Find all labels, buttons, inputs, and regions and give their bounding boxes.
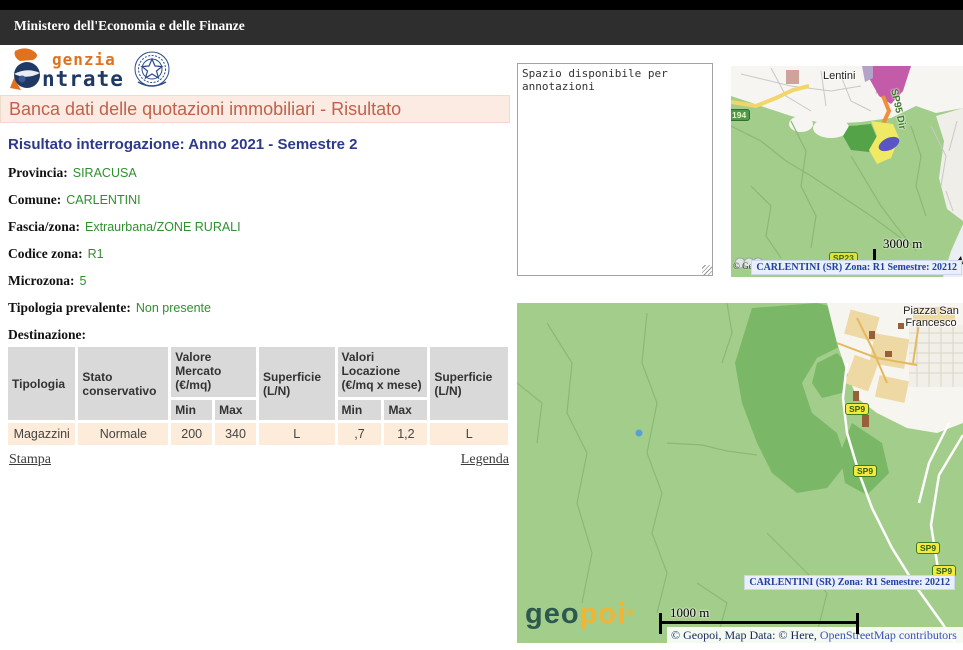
page: Ministero dell'Economia e delle Finanze … — [0, 0, 963, 650]
print-link[interactable]: Stampa — [9, 452, 51, 468]
scale-bar-tick — [856, 613, 859, 634]
col-header-valore-mercato: Valore Mercato (€/mq) — [171, 347, 256, 397]
page-title-banner: Banca dati delle quotazioni immobiliari … — [0, 95, 510, 123]
field-fascia-zona: Fascia/zona: Extraurbana/ZONE RURALI — [8, 219, 513, 234]
field-value: SIRACUSA — [73, 166, 137, 180]
field-value: 5 — [79, 274, 86, 288]
field-tipologia-prevalente: Tipologia prevalente: Non presente — [8, 300, 513, 315]
field-microzona: Microzona: 5 — [8, 273, 513, 288]
scale-bar-tick — [659, 613, 662, 634]
cell-locazione-min: ,7 — [338, 423, 382, 445]
field-value: CARLENTINI — [66, 193, 140, 207]
subheader-min: Min — [171, 400, 212, 420]
geopoi-logo-geo: geo — [525, 598, 580, 630]
cell-stato: Normale — [78, 423, 168, 445]
geopoi-logo-registered: ® — [626, 608, 634, 619]
zone-info-label: CARLENTINI (SR) Zona: R1 Semestre: 20212 — [751, 260, 962, 275]
overview-map-image — [731, 66, 963, 277]
scale-bar — [659, 621, 859, 624]
agenzia-entrate-logo: genzia ntrate — [8, 48, 513, 93]
legend-link[interactable]: Legenda — [461, 452, 509, 468]
quotations-table: Tipologia Stato conservativo Valore Merc… — [5, 344, 511, 448]
attribution-osm-link[interactable]: OpenStreetMap contributors — [820, 628, 957, 642]
field-label: Comune: — [8, 192, 61, 207]
subheader-min: Min — [338, 400, 382, 420]
field-value: R1 — [88, 247, 104, 261]
field-value: Extraurbana/ZONE RURALI — [85, 220, 241, 234]
geopoi-logo: geopoi® — [525, 600, 634, 628]
field-comune: Comune: CARLENTINI — [8, 192, 513, 207]
field-label: Destinazione: — [8, 327, 86, 342]
cell-locazione-max: 1,2 — [384, 423, 427, 445]
page-title: Banca dati delle quotazioni immobiliari … — [9, 99, 401, 120]
road-badge-sp9: SP9 — [845, 403, 869, 415]
textarea-resize-handle[interactable] — [702, 265, 712, 275]
scale-label: 1000 m — [670, 605, 709, 621]
map-attribution: © Geopoi, Map Data: © Here, OpenStreetMa… — [667, 627, 963, 643]
field-codice-zona: Codice zona: R1 — [8, 246, 513, 261]
col-header-tipologia: Tipologia — [8, 347, 75, 420]
town-label-lentini: Lentini — [823, 70, 855, 82]
field-label: Provincia: — [8, 165, 68, 180]
field-label: Codice zona: — [8, 246, 83, 261]
field-label: Tipologia prevalente: — [8, 300, 131, 315]
field-destinazione: Destinazione: — [8, 327, 513, 342]
logo-text-entrate: ntrate — [42, 69, 124, 90]
road-badge-sp9: SP9 — [916, 542, 940, 554]
table-row: Magazzini Normale 200 340 L ,7 1,2 L — [8, 423, 508, 445]
cell-superficie-1: L — [259, 423, 335, 445]
overview-map[interactable]: Lentini SP95 Dir 194 SP23 3000 m © Geop … — [731, 66, 963, 277]
agenzia-entrate-logo-icon — [8, 48, 46, 92]
cell-mercato-min: 200 — [171, 423, 212, 445]
cell-mercato-max: 340 — [215, 423, 256, 445]
field-label: Fascia/zona: — [8, 219, 80, 234]
annotations-textarea[interactable]: Spazio disponibile per annotazioni — [517, 63, 713, 276]
town-label-piazza-san-francesco: Piazza San Francesco — [900, 305, 962, 329]
field-label: Microzona: — [8, 273, 74, 288]
attribution-text: © Geopoi, Map Data: © Here, — [671, 628, 820, 642]
zone-map[interactable]: Piazza San Francesco SP9 SP9 SP9 SP9 CAR… — [517, 303, 963, 643]
road-badge-194: 194 — [731, 109, 750, 121]
republic-emblem-icon — [132, 48, 172, 92]
zone-info-label: CARLENTINI (SR) Zona: R1 Semestre: 20212 — [744, 575, 955, 590]
result-heading: Risultato interrogazione: Anno 2021 - Se… — [8, 136, 513, 153]
logo-wordmark: genzia ntrate — [42, 48, 124, 90]
road-badge-sp9: SP9 — [853, 465, 877, 477]
links-row: Stampa Legenda — [9, 452, 509, 468]
col-header-superficie-2: Superficie (L/N) — [430, 347, 508, 420]
geopoi-logo-poi: poi — [580, 598, 627, 630]
zone-map-image — [517, 303, 963, 643]
left-column: genzia ntrate Banca dati delle quotazion… — [0, 45, 513, 468]
subheader-max: Max — [215, 400, 256, 420]
col-header-superficie-1: Superficie (L/N) — [259, 347, 335, 420]
col-header-valori-locazione: Valori Locazione (€/mq x mese) — [338, 347, 428, 397]
cell-tipologia: Magazzini — [8, 423, 75, 445]
subheader-max: Max — [384, 400, 427, 420]
col-header-stato: Stato conservativo — [78, 347, 168, 420]
scale-label: 3000 m — [883, 236, 922, 252]
field-value: Non presente — [136, 301, 211, 315]
field-provincia: Provincia: SIRACUSA — [8, 165, 513, 180]
logo-text-agenzia: genzia — [52, 52, 124, 68]
cell-superficie-2: L — [430, 423, 508, 445]
ministry-topbar: Ministero dell'Economia e delle Finanze — [0, 0, 963, 45]
ministry-title: Ministero dell'Economia e delle Finanze — [14, 18, 245, 34]
